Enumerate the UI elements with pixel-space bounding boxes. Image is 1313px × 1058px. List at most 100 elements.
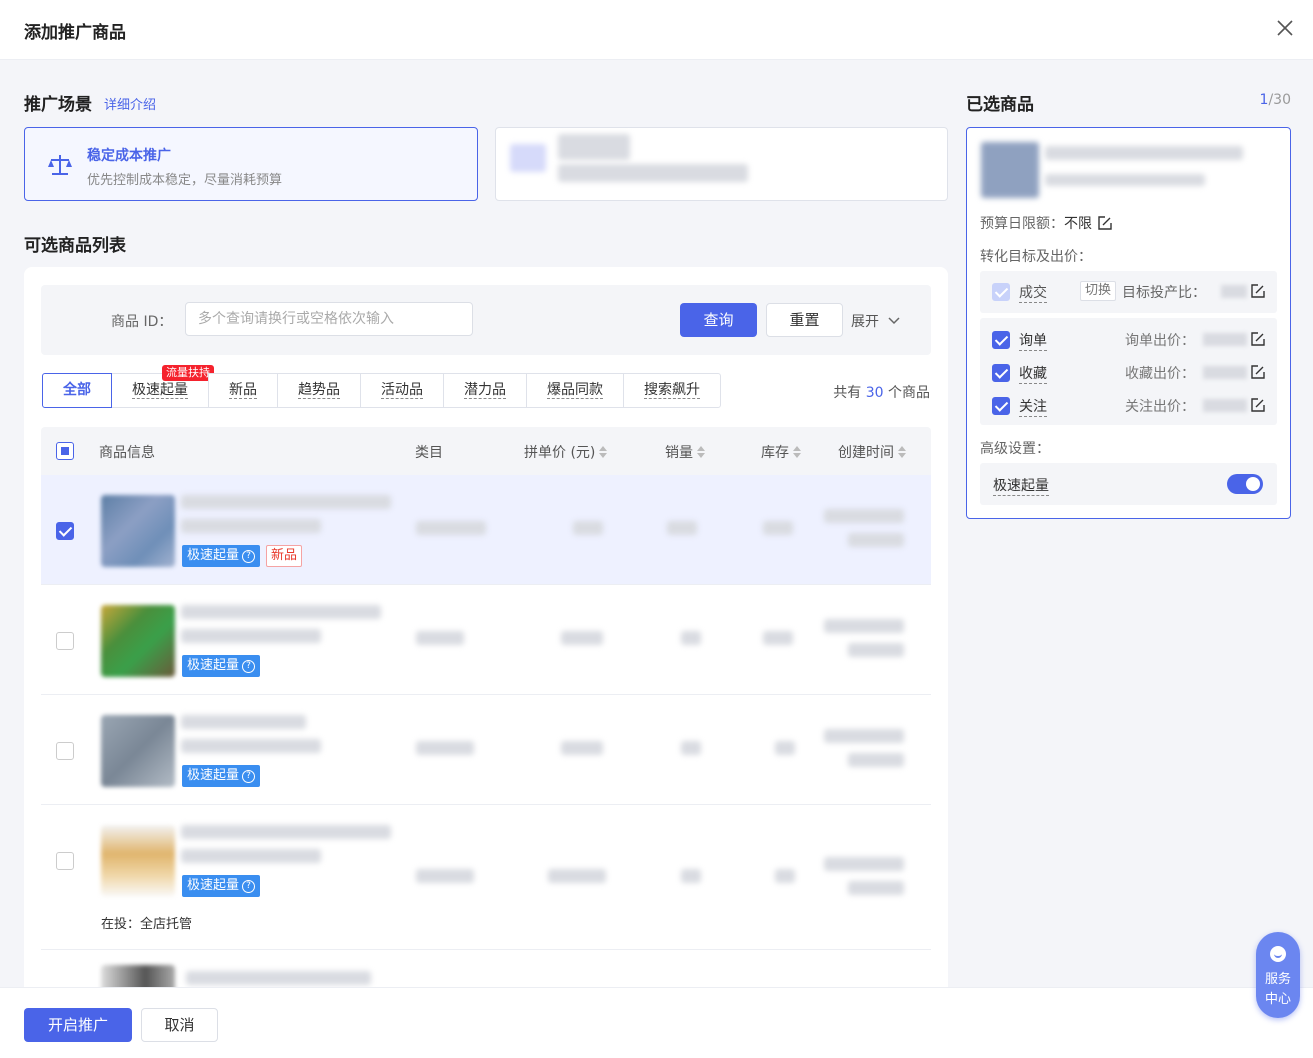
total-prefix: 共有 xyxy=(833,385,862,401)
goal-deal: 成交 切换 目标投产比： xyxy=(992,281,1267,303)
product-list-panel: 商品 ID： 多个查询请换行或空格依次输入 查询 重置 展开 全部 极速起量 流量… xyxy=(24,267,948,997)
reset-button[interactable]: 重置 xyxy=(766,303,843,337)
product-name-blur xyxy=(181,715,306,729)
tab-potential[interactable]: 潜力品 xyxy=(443,373,527,408)
col-stock[interactable]: 库存 xyxy=(761,442,801,462)
speed-tag[interactable]: 极速起量? xyxy=(182,765,261,787)
edit-icon[interactable] xyxy=(1251,398,1265,412)
help-icon: ? xyxy=(242,770,256,783)
scene-card-other[interactable] xyxy=(495,127,948,201)
query-button[interactable]: 查询 xyxy=(680,303,757,337)
status-note: 在投：全店托管 xyxy=(101,917,193,932)
tab-trend[interactable]: 趋势品 xyxy=(277,373,361,408)
product-sub-blur xyxy=(181,739,321,753)
service-center-button[interactable]: 服务 中心 xyxy=(1256,932,1300,1018)
category-blur xyxy=(416,631,464,645)
col-price[interactable]: 拼单价 (元) xyxy=(524,442,608,462)
product-thumbnail xyxy=(101,825,175,897)
switch-button[interactable]: 切换 xyxy=(1080,281,1117,301)
help-icon: ? xyxy=(242,880,256,893)
table-row[interactable]: 极速起量? xyxy=(41,585,931,695)
price-blur xyxy=(561,741,603,755)
speed-tag[interactable]: 极速起量? xyxy=(182,875,261,897)
sort-icon xyxy=(793,446,801,458)
col-sales[interactable]: 销量 xyxy=(665,442,705,462)
product-sub-blur xyxy=(181,519,321,533)
primary-goal-box: 成交 切换 目标投产比： xyxy=(980,271,1277,313)
created-time-blur xyxy=(848,533,904,547)
tab-activity[interactable]: 活动品 xyxy=(360,373,444,408)
sort-icon xyxy=(697,446,705,458)
speed-tag-label: 极速起量 xyxy=(187,878,240,893)
budget-label: 预算日限额： xyxy=(980,216,1064,232)
table-row[interactable]: 极速起量? 在投：全店托管 xyxy=(41,805,931,950)
col-category: 类目 xyxy=(415,445,443,461)
tab-new[interactable]: 新品 xyxy=(208,373,278,408)
goal-favorite-checkbox[interactable] xyxy=(992,364,1010,382)
speed-toggle[interactable] xyxy=(1227,474,1263,494)
scene-card-stable-cost[interactable]: 稳定成本推广 优先控制成本稳定，尽量消耗预算 xyxy=(24,127,478,201)
service-line2: 中心 xyxy=(1264,992,1291,1007)
row-checkbox[interactable] xyxy=(56,632,74,650)
close-icon[interactable] xyxy=(1273,16,1297,40)
speed-tag[interactable]: 极速起量? xyxy=(182,545,261,567)
category-tabs: 全部 极速起量 流量扶持 新品 趋势品 活动品 潜力品 爆品同款 搜索飙升 xyxy=(42,365,721,408)
detail-intro-link[interactable]: 详细介绍 xyxy=(104,94,156,113)
goal-inquiry-checkbox[interactable] xyxy=(992,331,1010,349)
goal-favorite-name: 收藏 xyxy=(1019,363,1047,384)
created-date-blur xyxy=(824,509,904,523)
goal-follow-bid-blur xyxy=(1203,399,1247,412)
modal-footer: 开启推广 取消 xyxy=(0,987,1313,1058)
stock-blur xyxy=(775,741,795,755)
cancel-button[interactable]: 取消 xyxy=(141,1008,218,1042)
budget-value: 不限 xyxy=(1064,216,1092,232)
created-time-blur xyxy=(848,881,904,895)
tab-speed[interactable]: 极速起量 流量扶持 xyxy=(111,365,214,408)
edit-icon[interactable] xyxy=(1251,284,1265,298)
price-blur xyxy=(573,521,603,535)
tab-activity-label: 活动品 xyxy=(381,382,423,399)
tab-new-label: 新品 xyxy=(229,382,257,399)
row-checkbox[interactable] xyxy=(56,742,74,760)
total-suffix: 个商品 xyxy=(888,385,930,401)
row-checkbox[interactable] xyxy=(56,522,74,540)
start-promotion-button[interactable]: 开启推广 xyxy=(24,1008,132,1042)
selected-product-thumb xyxy=(981,142,1039,198)
sales-blur xyxy=(681,741,701,755)
tab-search-surge-label: 搜索飙升 xyxy=(644,382,700,399)
edit-icon[interactable] xyxy=(1251,365,1265,379)
goal-inquiry-name: 询单 xyxy=(1019,330,1047,351)
modal-title: 添加推广商品 xyxy=(24,23,126,43)
edit-icon[interactable] xyxy=(1098,216,1112,230)
goal-favorite-bid-label: 收藏出价： xyxy=(1125,366,1195,382)
goal-inquiry-bid-label: 询单出价： xyxy=(1125,333,1195,349)
row-checkbox[interactable] xyxy=(56,852,74,870)
selected-product-sub-blur xyxy=(1045,174,1205,186)
select-all-checkbox[interactable] xyxy=(56,442,74,460)
product-name-blur xyxy=(181,495,391,509)
edit-icon[interactable] xyxy=(1251,332,1265,346)
tab-hot-same-label: 爆品同款 xyxy=(547,382,603,399)
sales-blur xyxy=(667,521,697,535)
product-id-input[interactable]: 多个查询请换行或空格依次输入 xyxy=(185,302,473,336)
category-blur xyxy=(416,869,474,883)
sales-blur xyxy=(681,631,701,645)
tab-potential-label: 潜力品 xyxy=(464,382,506,399)
tab-all[interactable]: 全部 xyxy=(42,373,112,408)
goal-follow: 关注 关注出价： xyxy=(992,396,1267,417)
tab-search-surge[interactable]: 搜索飙升 xyxy=(623,373,721,408)
table-row[interactable]: 极速起量? xyxy=(41,695,931,805)
goal-inquiry-bid-blur xyxy=(1203,333,1247,346)
speed-tag[interactable]: 极速起量? xyxy=(182,655,261,677)
tab-hot-same[interactable]: 爆品同款 xyxy=(526,373,624,408)
goal-favorite-bid-blur xyxy=(1203,366,1247,379)
goal-deal-checkbox xyxy=(992,283,1010,301)
scene-card-desc: 优先控制成本稳定，尽量消耗预算 xyxy=(87,173,283,188)
speed-tag-label: 极速起量 xyxy=(187,548,240,563)
target-roi-blur xyxy=(1221,285,1247,298)
col-created[interactable]: 创建时间 xyxy=(838,442,906,462)
expand-button[interactable]: 展开 xyxy=(851,311,901,331)
table-row[interactable]: 极速起量? 新品 xyxy=(41,475,931,585)
service-line1: 服务 xyxy=(1264,972,1291,987)
goal-follow-checkbox[interactable] xyxy=(992,397,1010,415)
